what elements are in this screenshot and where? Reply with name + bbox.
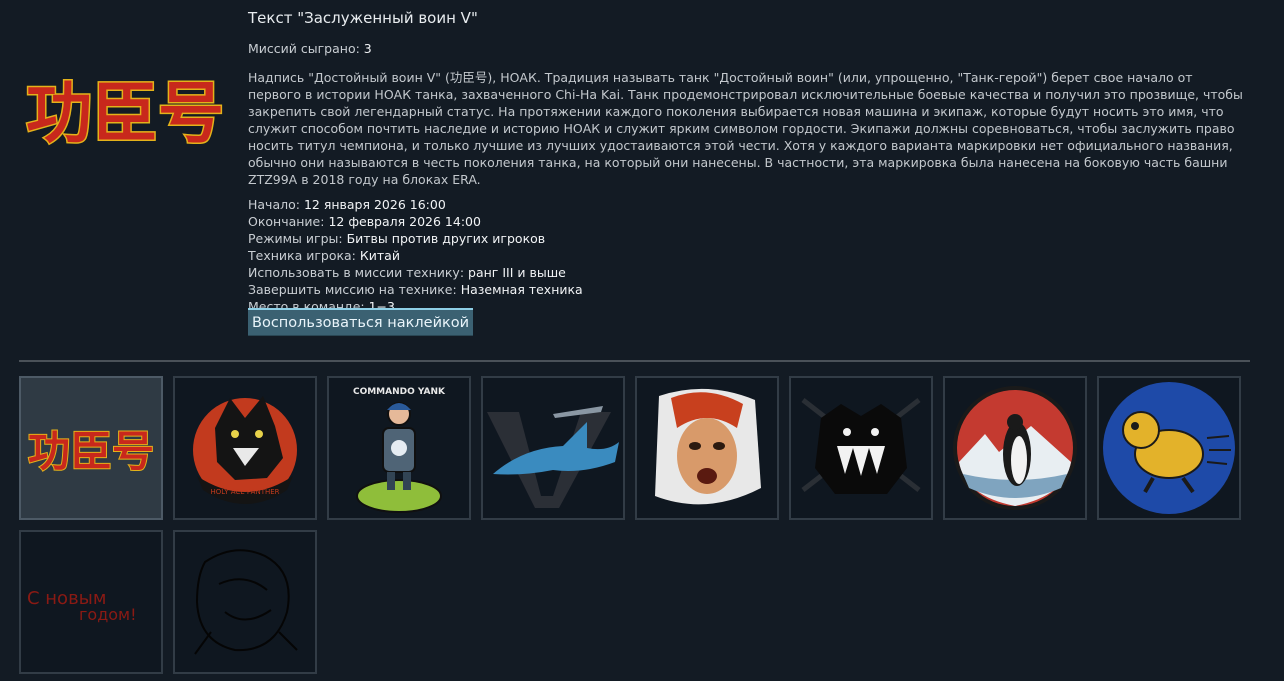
mission-details: Начало: 12 января 2026 16:00 Окончание: …	[248, 196, 1248, 315]
detail-finish-vehicle: Завершить миссию на технике: Наземная те…	[248, 282, 583, 297]
decal-tile-beast[interactable]	[789, 376, 933, 520]
decal-tile-shark[interactable]	[481, 376, 625, 520]
detail-end: Окончание: 12 февраля 2026 14:00	[248, 214, 481, 229]
missions-value: 3	[363, 41, 372, 56]
panther-squadron-icon: HOLY ACE PANTHER	[193, 396, 297, 504]
decal-tile-penguin[interactable]	[943, 376, 1087, 520]
detail-use-vehicle: Использовать в миссии технику: ранг III …	[248, 265, 566, 280]
svg-text:HOLY ACE PANTHER: HOLY ACE PANTHER	[210, 488, 279, 496]
hanzi-decal-icon: 功臣号	[27, 426, 155, 477]
decal-tile-panther[interactable]: HOLY ACE PANTHER	[173, 376, 317, 520]
decal-tile-dog[interactable]	[1097, 376, 1241, 520]
running-dog-icon	[1103, 382, 1235, 514]
detail-game-modes: Режимы игры: Битвы против других игроков	[248, 231, 546, 246]
detail-start: Начало: 12 января 2026 16:00	[248, 197, 446, 212]
decal-description: Надпись "Достойный воин V" (功臣号), НОАК. …	[248, 70, 1243, 187]
decal-tile-hanzi[interactable]: 功臣号	[19, 376, 163, 520]
missions-played: Миссий сыграно: 3	[248, 40, 1248, 57]
penguin-icon	[953, 386, 1077, 510]
use-decal-button[interactable]: Воспользоваться наклейкой	[248, 308, 474, 336]
screaming-face-icon	[655, 388, 761, 505]
decal-info: Текст "Заслуженный воин V" Миссий сыгран…	[248, 8, 1248, 315]
decal-title: Текст "Заслуженный воин V"	[248, 9, 478, 27]
decal-preview: 功臣号	[18, 70, 232, 154]
v-shark-icon	[487, 406, 619, 508]
decal-tile-redhead[interactable]	[635, 376, 779, 520]
preview-glyphs: 功臣号	[26, 75, 224, 152]
divider	[19, 360, 1250, 362]
commando-yank-icon: COMMANDO YANK	[353, 387, 446, 513]
detail-player-vehicle: Техника игрока: Китай	[248, 248, 400, 263]
missions-label: Миссий сыграно:	[248, 41, 360, 56]
svg-text:COMMANDO YANK: COMMANDO YANK	[353, 387, 446, 397]
dark-sketch-icon	[194, 549, 298, 655]
new-year-text-icon: С новым годом!	[27, 588, 137, 624]
decal-tile-commando[interactable]: COMMANDO YANK	[327, 376, 471, 520]
hanzi-decal-preview-icon: 功臣号	[25, 74, 226, 154]
svg-text:功臣号: 功臣号	[28, 427, 154, 476]
decal-tile-new-year[interactable]: С новым годом!	[19, 530, 163, 674]
decal-tile-sketch[interactable]	[173, 530, 317, 674]
beast-crossed-swords-icon	[801, 398, 921, 494]
svg-text:годом!: годом!	[79, 605, 137, 624]
